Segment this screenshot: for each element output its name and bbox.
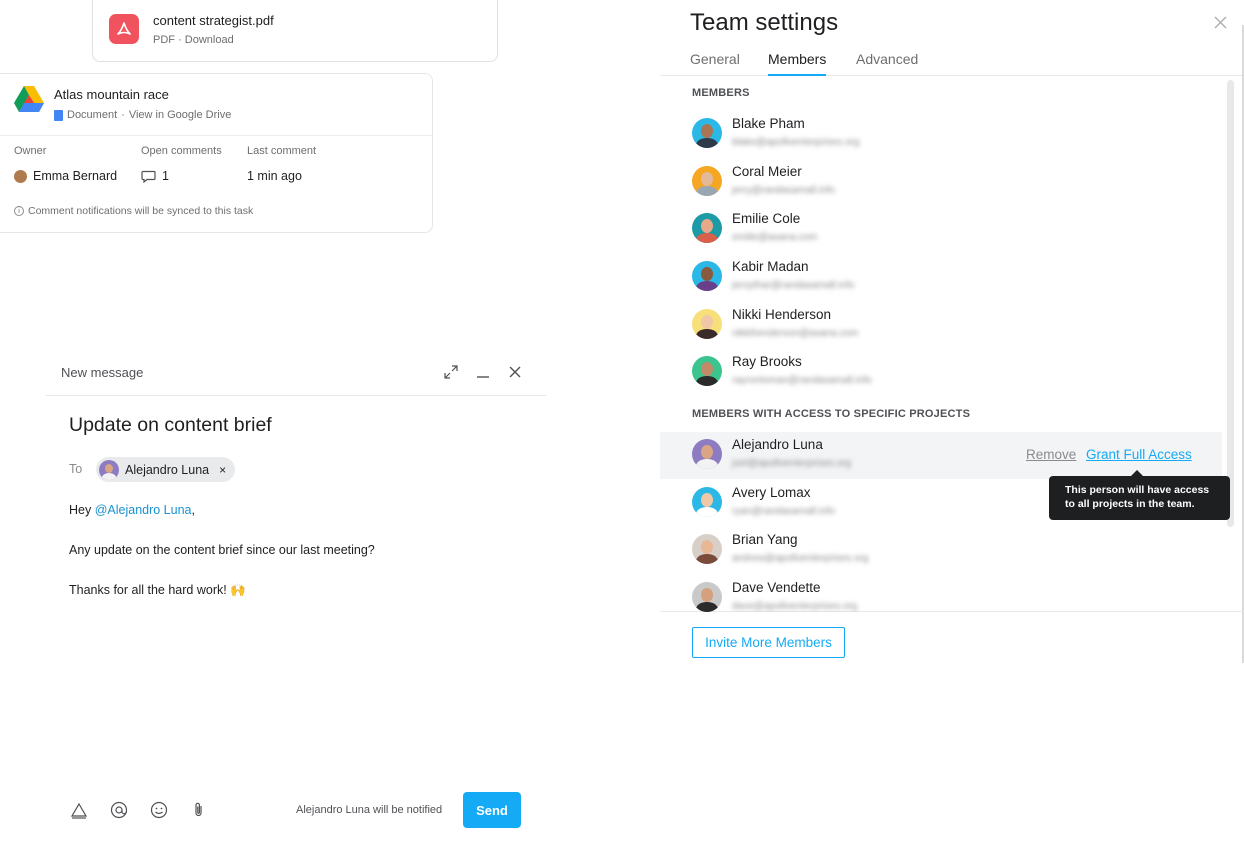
drive-doc-subtitle: Document · View in Google Drive (54, 109, 231, 121)
message-subject[interactable]: Update on content brief (69, 414, 272, 437)
member-email: nikkihenderson@asana.com (732, 328, 859, 339)
avatar (692, 439, 722, 469)
avatar (692, 534, 722, 564)
avatar (692, 582, 722, 612)
grant-full-access-link[interactable]: Grant Full Access (1086, 447, 1192, 462)
member-row[interactable]: Coral Meier jerry@randasamall.info (660, 159, 1222, 206)
avatar (692, 261, 722, 291)
open-comments-value: 1 (141, 169, 169, 183)
member-email: rayrontoman@randasamall.info (732, 375, 872, 386)
close-icon[interactable] (506, 363, 524, 381)
member-email: ryan@randasamall.info (732, 506, 835, 517)
notify-text: Alejandro Luna will be notified (296, 804, 443, 816)
member-row[interactable]: Blake Pham blake@apolloenterprises.org (660, 111, 1222, 158)
member-row[interactable]: Brian Yang andrew@apolloenterprises.org (660, 527, 1222, 574)
last-comment-value: 1 min ago (247, 169, 302, 183)
tab-members[interactable]: Members (768, 51, 827, 76)
attachment-icon[interactable] (189, 800, 209, 820)
member-email: emilie@asana.com (732, 232, 818, 243)
member-name: Brian Yang (732, 532, 798, 547)
avatar (99, 459, 119, 480)
message-body-line[interactable]: Any update on the content brief since ou… (69, 543, 375, 557)
avatar (692, 487, 722, 517)
open-comments-label: Open comments (141, 145, 222, 157)
section-label: MEMBERS WITH ACCESS TO SPECIFIC PROJECTS (692, 408, 971, 420)
tab-general[interactable]: General (690, 51, 740, 74)
composer-header: New message (46, 350, 546, 396)
avatar (692, 166, 722, 196)
remove-link[interactable]: Remove (1026, 447, 1076, 462)
dialog-title: Team settings (690, 9, 839, 36)
close-icon[interactable] (1211, 13, 1229, 31)
text-format-icon[interactable] (69, 800, 89, 820)
pdf-attachment-card[interactable]: content strategist.pdf PDF · Download (92, 0, 498, 62)
pdf-icon (109, 14, 139, 44)
pdf-meta[interactable]: PDF · Download (153, 34, 234, 46)
view-in-drive-link[interactable]: View in Google Drive (129, 109, 232, 121)
member-name: Ray Brooks (732, 354, 802, 369)
document-icon (54, 109, 63, 121)
recipient-chip[interactable]: Alejandro Luna × (96, 457, 236, 482)
remove-recipient-icon[interactable]: × (219, 463, 226, 477)
new-message-composer: New message Update on content brief To A… (46, 350, 546, 842)
owner-label: Owner (14, 145, 47, 157)
expand-icon[interactable] (442, 363, 460, 381)
google-drive-icon (14, 86, 44, 112)
message-greeting[interactable]: Hey @Alejandro Luna, (69, 503, 195, 517)
member-email: jerry@randasamall.info (732, 185, 835, 196)
team-settings-dialog: Team settings General Members Advanced M… (660, 0, 1244, 842)
composer-title: New message (61, 365, 144, 380)
section-label: MEMBERS (692, 87, 750, 99)
info-icon: i (14, 206, 24, 216)
avatar (692, 118, 722, 148)
member-name: Nikki Henderson (732, 307, 832, 322)
member-email: jeroythar@randasamall.info (732, 280, 855, 291)
mention-link[interactable]: @Alejandro Luna (95, 503, 192, 517)
member-row[interactable]: Emilie Cole emilie@asana.com (660, 206, 1222, 253)
pdf-filename[interactable]: content strategist.pdf (153, 13, 274, 28)
avatar (692, 356, 722, 386)
member-name: Coral Meier (732, 164, 802, 179)
last-comment-label: Last comment (247, 145, 317, 157)
mention-icon[interactable] (109, 800, 129, 820)
member-name: Alejandro Luna (732, 437, 823, 452)
tab-bar: General Members Advanced (660, 40, 1244, 76)
invite-members-button[interactable]: Invite More Members (692, 627, 845, 658)
member-name: Kabir Madan (732, 259, 809, 274)
member-name: Emilie Cole (732, 211, 801, 226)
member-email: dave@apolloenterprises.org (732, 601, 858, 612)
member-email: blake@apolloenterprises.org (732, 137, 860, 148)
avatar (14, 169, 27, 183)
comment-icon (141, 170, 156, 183)
minimize-icon[interactable] (474, 363, 492, 381)
send-button[interactable]: Send (463, 792, 521, 828)
member-name: Dave Vendette (732, 580, 821, 595)
doc-type: Document (67, 109, 118, 121)
member-name: Avery Lomax (732, 485, 811, 500)
emoji-icon[interactable] (149, 800, 169, 820)
avatar (692, 213, 722, 243)
google-drive-card: Atlas mountain race Document · View in G… (0, 73, 433, 233)
members-list: MEMBERS Blake Pham blake@apolloenterpris… (660, 77, 1244, 612)
to-label: To (69, 462, 83, 476)
owner-value: Emma Bernard (14, 169, 117, 183)
recipient-name: Alejandro Luna (125, 462, 210, 477)
avatar (692, 309, 722, 339)
sync-note: i Comment notifications will be synced t… (14, 205, 253, 217)
member-row[interactable]: Nikki Henderson nikkihenderson@asana.com (660, 302, 1222, 349)
member-name: Blake Pham (732, 116, 805, 131)
grant-access-tooltip: This person will have access to all proj… (1049, 470, 1230, 520)
member-row[interactable]: Kabir Madan jeroythar@randasamall.info (660, 254, 1222, 301)
drive-doc-title[interactable]: Atlas mountain race (54, 87, 169, 102)
member-row[interactable]: Ray Brooks rayrontoman@randasamall.info (660, 349, 1222, 396)
member-email: joel@apolloenterprises.org (732, 458, 852, 469)
message-body-line[interactable]: Thanks for all the hard work! 🙌 (69, 583, 246, 598)
scrollbar[interactable] (1227, 80, 1234, 527)
divider (0, 135, 432, 136)
member-row[interactable]: Dave Vendette dave@apolloenterprises.org (660, 575, 1222, 612)
member-email: andrew@apolloenterprises.org (732, 553, 869, 564)
tab-advanced[interactable]: Advanced (856, 51, 918, 74)
